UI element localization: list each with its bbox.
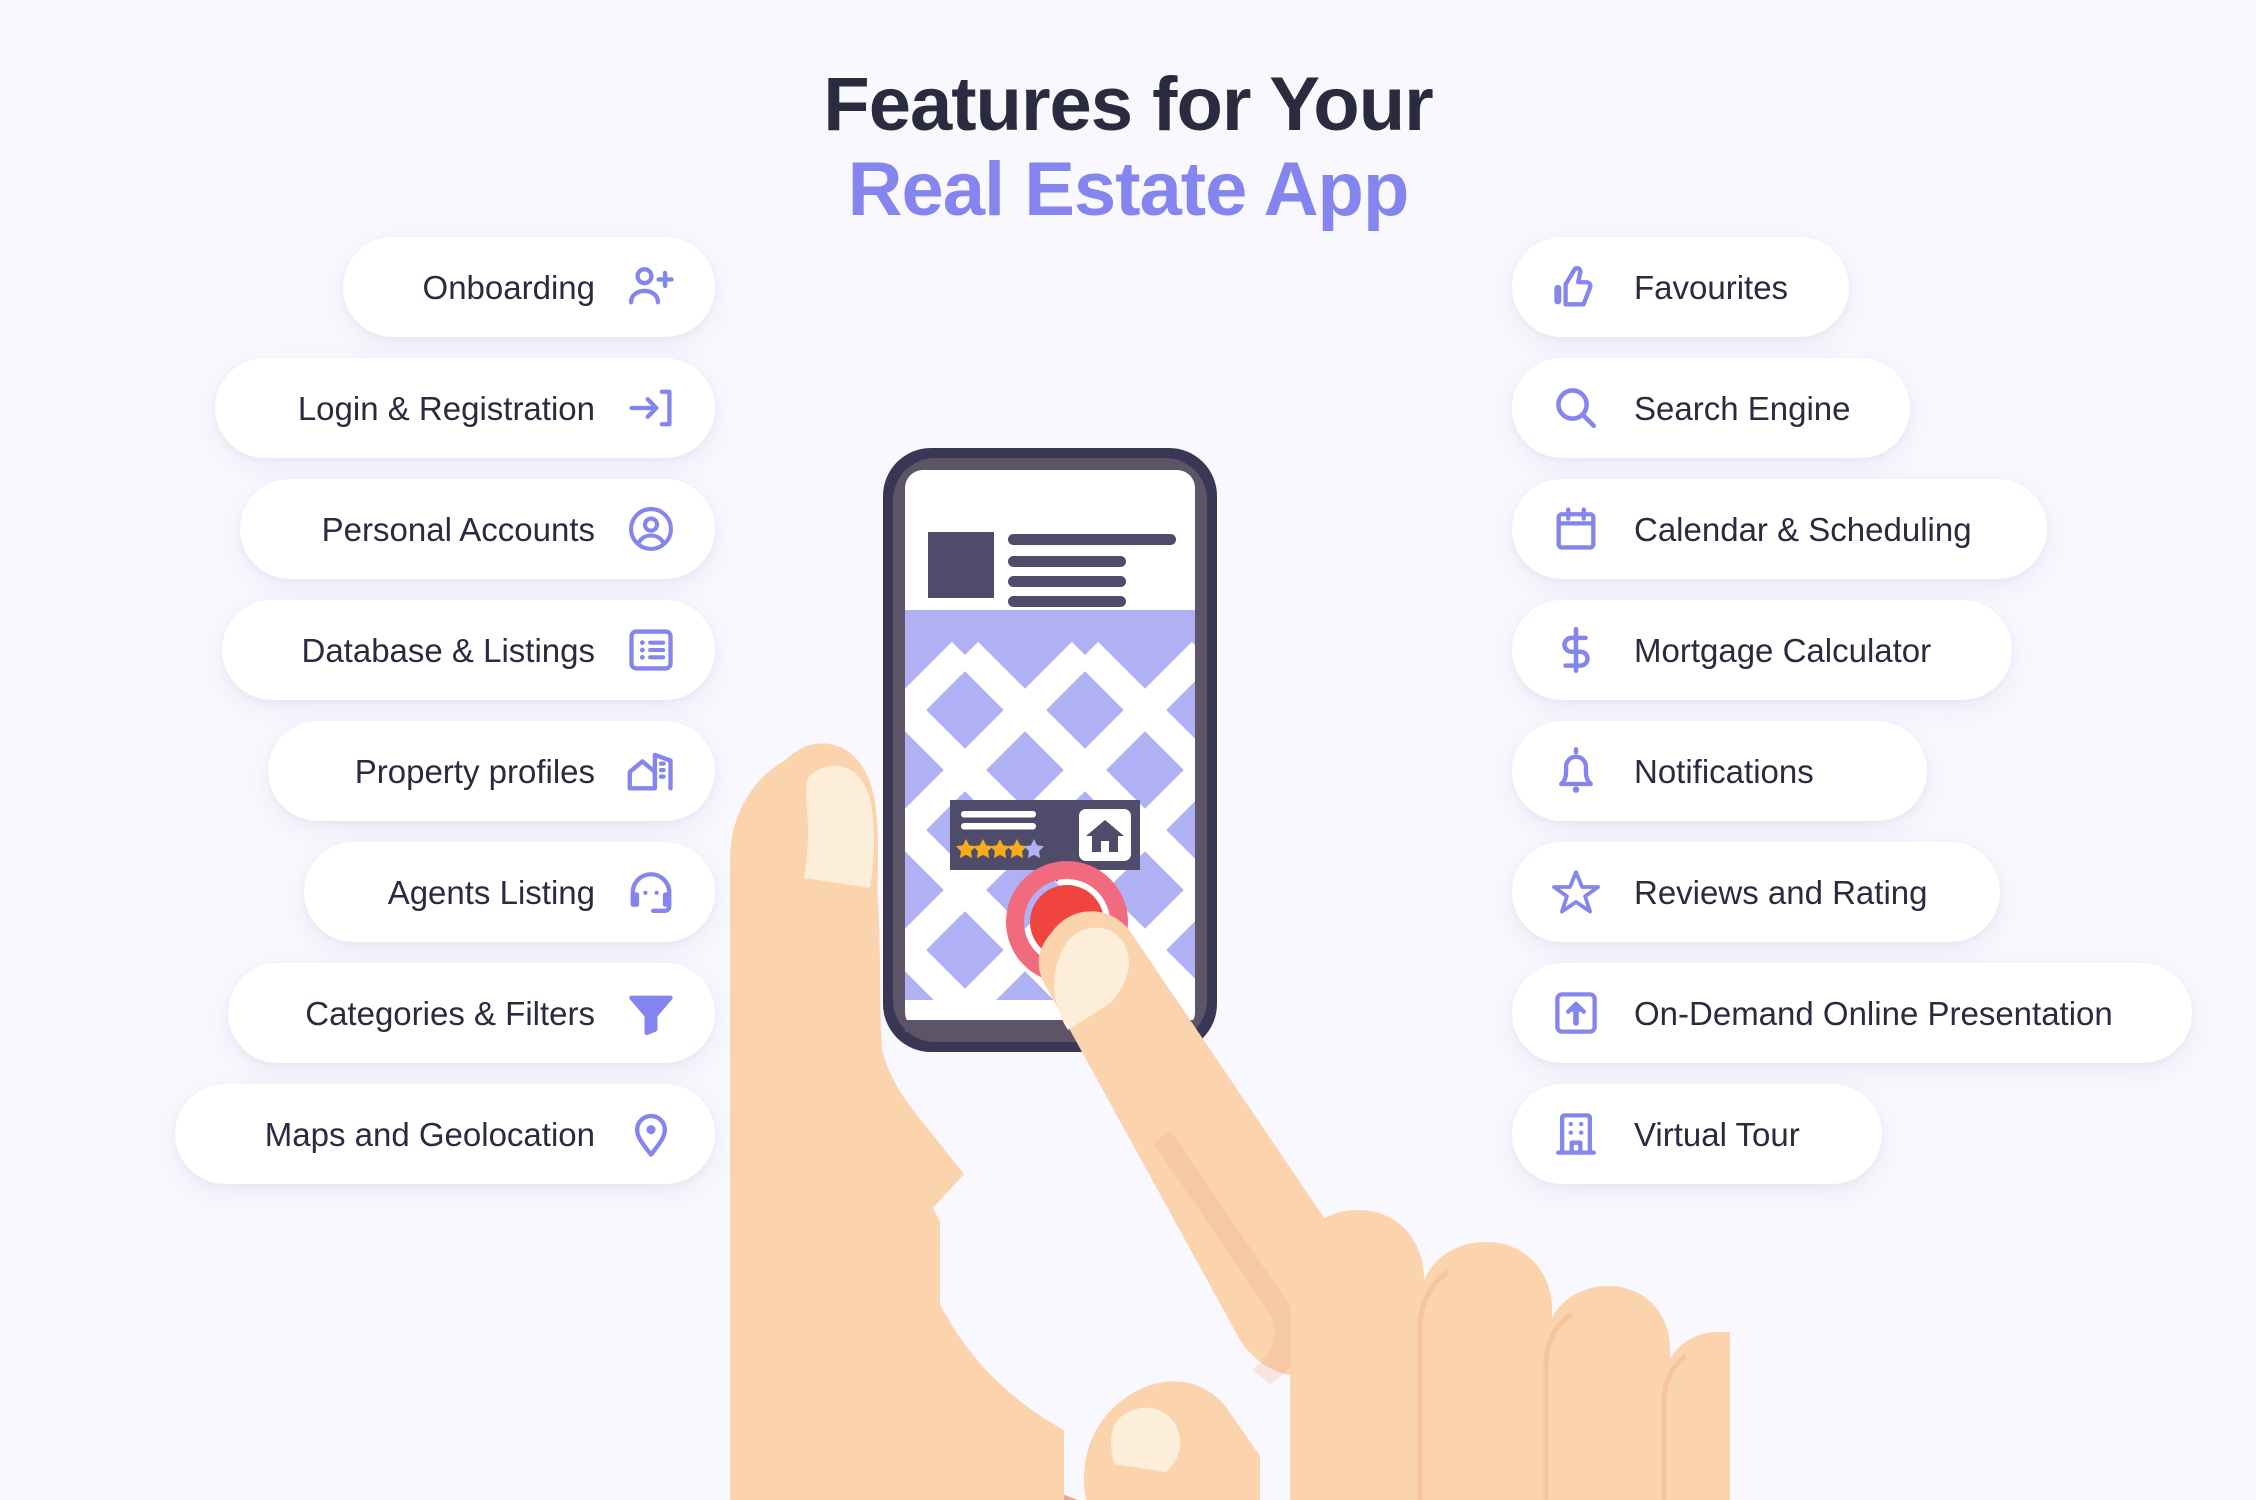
feature-label: Mortgage Calculator — [1634, 631, 1932, 669]
feature-label: Personal Accounts — [321, 510, 595, 548]
feature-pill-search-engine[interactable]: Search Engine — [1512, 358, 1910, 458]
page-title: Features for Your Real Estate App — [0, 62, 2256, 232]
map-pin-icon — [625, 1108, 677, 1160]
feature-label: Notifications — [1634, 752, 1814, 790]
magnifier-icon — [1550, 382, 1602, 434]
feature-pill-maps-geolocation[interactable]: Maps and Geolocation — [175, 1084, 715, 1184]
feature-label: Reviews and Rating — [1634, 873, 1928, 911]
feature-pill-notifications[interactable]: Notifications — [1512, 721, 1927, 821]
building-icon — [1550, 1108, 1602, 1160]
feature-pill-personal-accounts[interactable]: Personal Accounts — [240, 479, 715, 579]
feature-label: Search Engine — [1634, 389, 1851, 427]
feature-label: Agents Listing — [387, 873, 595, 911]
infographic-canvas: Features for Your Real Estate App Onboar… — [0, 0, 2256, 1500]
feature-pill-virtual-tour[interactable]: Virtual Tour — [1512, 1084, 1882, 1184]
feature-pill-onboarding[interactable]: Onboarding — [343, 237, 715, 337]
feature-label: Login & Registration — [297, 389, 595, 427]
feature-pill-login-registration[interactable]: Login & Registration — [215, 358, 715, 458]
title-line-1: Features for Your — [823, 62, 1433, 147]
feature-label: Virtual Tour — [1634, 1115, 1800, 1153]
feature-pill-favourites[interactable]: Favourites — [1512, 237, 1849, 337]
feature-label: Favourites — [1634, 268, 1789, 306]
house-building-icon — [625, 745, 677, 797]
bell-icon — [1550, 745, 1602, 797]
dollar-sign-icon — [1550, 624, 1602, 676]
user-circle-icon — [625, 503, 677, 555]
feature-label: Calendar & Scheduling — [1634, 510, 1972, 548]
feature-pill-property-profiles[interactable]: Property profiles — [268, 721, 715, 821]
filter-funnel-icon — [625, 987, 677, 1039]
feature-label: Categories & Filters — [305, 994, 595, 1032]
feature-pill-calendar-scheduling[interactable]: Calendar & Scheduling — [1512, 479, 2047, 579]
feature-pill-mortgage-calculator[interactable]: Mortgage Calculator — [1512, 600, 2012, 700]
feature-label: On-Demand Online Presentation — [1634, 994, 2113, 1032]
title-line-2: Real Estate App — [847, 147, 1410, 233]
feature-pill-agents-listing[interactable]: Agents Listing — [304, 842, 715, 942]
star-outline-icon — [1550, 866, 1602, 918]
left-hand-palm — [830, 1203, 1078, 1500]
feature-label: Database & Listings — [301, 631, 595, 669]
feature-pill-database-listings[interactable]: Database & Listings — [222, 600, 715, 700]
upload-box-icon — [1550, 987, 1602, 1039]
list-box-icon — [625, 624, 677, 676]
feature-pill-categories-filters[interactable]: Categories & Filters — [228, 963, 715, 1063]
login-arrow-icon — [625, 382, 677, 434]
feature-pill-on-demand-presentation[interactable]: On-Demand Online Presentation — [1512, 963, 2192, 1063]
feature-label: Property profiles — [354, 752, 595, 790]
feature-label: Onboarding — [422, 268, 595, 306]
thumbs-up-icon — [1550, 261, 1602, 313]
feature-pill-reviews-rating[interactable]: Reviews and Rating — [1512, 842, 2000, 942]
headset-agent-icon — [625, 866, 677, 918]
feature-label: Maps and Geolocation — [264, 1115, 595, 1153]
add-user-icon — [625, 261, 677, 313]
calendar-icon — [1550, 503, 1602, 555]
